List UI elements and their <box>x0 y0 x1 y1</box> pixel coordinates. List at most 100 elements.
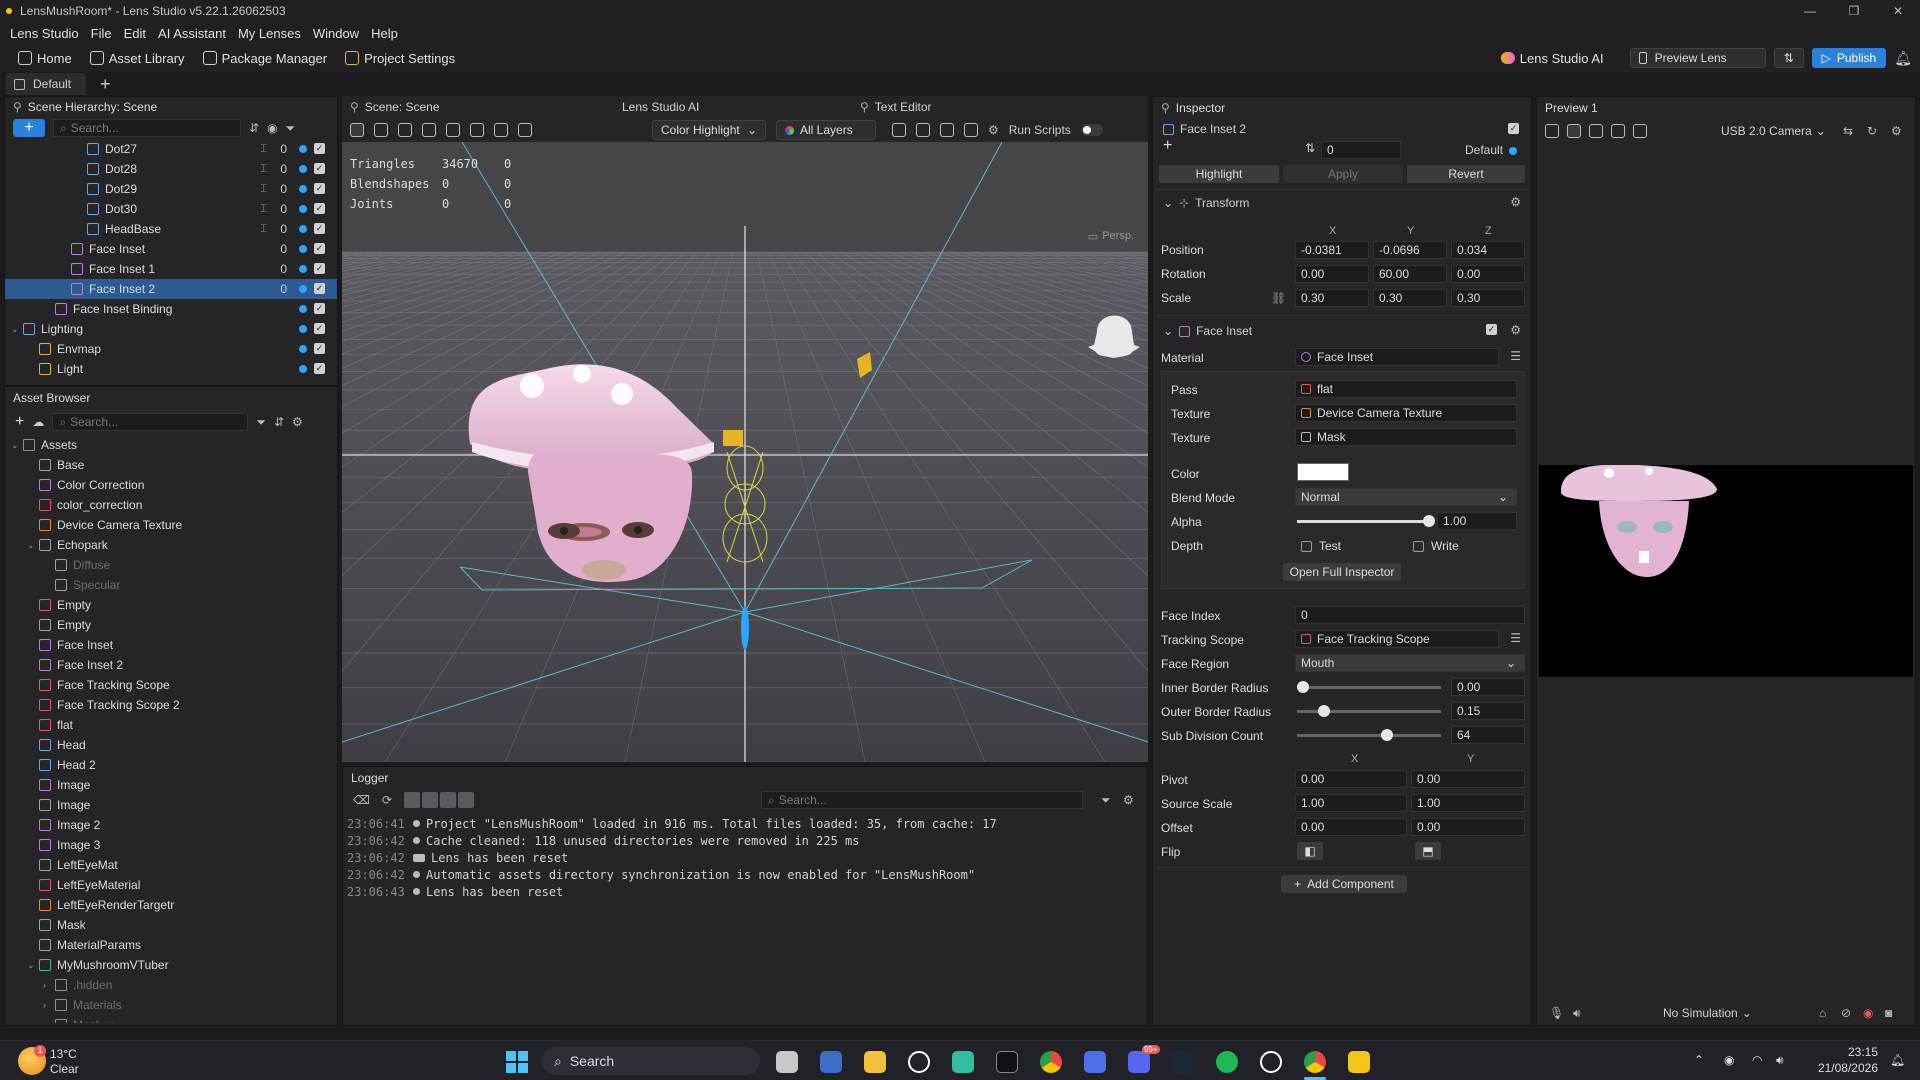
tracking-scope-field[interactable]: Face Tracking Scope <box>1295 630 1499 648</box>
hierarchy-row[interactable]: Dot28 ⌶ 0 ✓ <box>5 159 337 179</box>
close-button[interactable]: ✕ <box>1876 0 1920 22</box>
asset-row[interactable]: Specular <box>5 575 337 595</box>
inner-border-field[interactable]: 0.00 <box>1451 678 1525 696</box>
visibility-dot[interactable] <box>299 165 307 173</box>
face-region-dropdown[interactable]: Mouth ⌄ <box>1295 654 1525 672</box>
face-inset-enabled-checkbox[interactable]: ✓ <box>1486 324 1497 335</box>
rotation-x-field[interactable]: 0.00 <box>1295 265 1369 283</box>
alpha-slider-track[interactable] <box>1297 520 1429 523</box>
swap-camera-icon[interactable]: ⇆ <box>1843 124 1853 138</box>
subdiv-slider-track[interactable] <box>1297 734 1441 737</box>
asset-row[interactable]: Face Inset 2 <box>5 655 337 675</box>
menu-window[interactable]: Window <box>307 26 365 41</box>
asset-row[interactable]: Face Tracking Scope <box>5 675 337 695</box>
app-m-icon[interactable] <box>996 1051 1018 1073</box>
asset-row[interactable]: Face Tracking Scope 2 <box>5 695 337 715</box>
asset-row[interactable]: Head 2 <box>5 755 337 775</box>
inner-border-slider-knob[interactable] <box>1297 681 1309 693</box>
asset-row[interactable]: › Meshes <box>5 1015 337 1023</box>
pivot-gizmo[interactable] <box>741 606 749 650</box>
clear-log-icon[interactable]: ⌫ <box>353 793 370 807</box>
taskbar-search[interactable]: ⌕ Search <box>542 1047 760 1075</box>
grid-gizmo-icon[interactable] <box>964 123 978 137</box>
object-name[interactable]: Face Inset 2 <box>1180 122 1246 136</box>
asset-row[interactable]: › Materials <box>5 995 337 1015</box>
position-z-field[interactable]: 0.034 <box>1451 241 1525 259</box>
scene-viewport[interactable]: Triangles 34670 0 Blendshapes 0 0 Joints 0 0 ▭… <box>342 142 1148 762</box>
revert-button[interactable]: Revert <box>1407 165 1525 183</box>
orbit-tool-icon[interactable] <box>398 123 412 137</box>
highlight-button[interactable]: Highlight <box>1159 165 1279 183</box>
depth-test-checkbox[interactable] <box>1301 541 1312 552</box>
asset-row[interactable]: Image <box>5 795 337 815</box>
tray-app-icon[interactable]: ◉ <box>1724 1053 1734 1067</box>
magnify-tool-icon[interactable] <box>422 123 436 137</box>
enabled-checkbox[interactable]: ✓ <box>314 323 325 334</box>
asset-filter-icon[interactable]: ⏷ <box>256 415 266 430</box>
enabled-checkbox[interactable]: ✓ <box>314 243 325 254</box>
color-swatch[interactable] <box>1297 463 1349 481</box>
tree-arrow-icon[interactable]: ⌄ <box>11 440 23 451</box>
publish-button[interactable]: ▷ Publish <box>1811 48 1887 68</box>
camera-gizmo-icon[interactable] <box>723 430 743 446</box>
hierarchy-row[interactable]: ⌄ Lighting ✓ <box>5 319 337 339</box>
obs-icon[interactable] <box>1260 1051 1282 1073</box>
log-settings-icon[interactable]: ⟳ <box>382 793 392 807</box>
add-layout-button[interactable]: + <box>100 74 111 95</box>
menu-help[interactable]: Help <box>365 26 404 41</box>
visibility-dot[interactable] <box>299 305 307 313</box>
notification-bell-icon[interactable]: 🔔︎ <box>1894 50 1912 67</box>
hierarchy-row[interactable]: Envmap ✓ <box>5 339 337 359</box>
spotify-icon[interactable] <box>1216 1051 1238 1073</box>
layers-dropdown[interactable]: All Layers <box>776 120 876 140</box>
simulation-dropdown[interactable]: No Simulation ⌄ <box>1663 1006 1752 1020</box>
persp-toggle[interactable]: ▭ Persp. <box>1088 230 1134 243</box>
flip-horizontal-button[interactable]: ◧ <box>1297 842 1323 860</box>
alpha-field[interactable]: 1.00 <box>1437 512 1517 530</box>
asset-row[interactable]: ⌄ Echopark <box>5 535 337 555</box>
log-filter-error-icon[interactable] <box>440 792 457 808</box>
tab-scene[interactable]: ⚲ Scene: Scene <box>342 100 602 114</box>
app-blue-icon[interactable] <box>1084 1051 1106 1073</box>
asset-row[interactable]: Base <box>5 455 337 475</box>
reset-preview-icon[interactable]: ↻ <box>1867 124 1877 138</box>
asset-search-input[interactable]: ⌕ Search... <box>52 413 249 431</box>
camera-dropdown[interactable]: USB 2.0 Camera ⌄ <box>1721 124 1826 138</box>
windows-start-icon[interactable] <box>506 1051 528 1073</box>
source-scale-y-field[interactable]: 1.00 <box>1411 794 1525 812</box>
add-object-button[interactable]: + <box>13 119 45 137</box>
audio-icon[interactable]: 🔊︎ <box>1573 1006 1581 1021</box>
log-filter-info-icon[interactable] <box>422 792 439 808</box>
visibility-dot[interactable] <box>299 145 307 153</box>
tray-chevron-icon[interactable]: ⌃ <box>1694 1053 1704 1067</box>
open-full-inspector-button[interactable]: Open Full Inspector <box>1283 563 1401 581</box>
enabled-checkbox[interactable]: ✓ <box>314 203 325 214</box>
offset-y-field[interactable]: 0.00 <box>1411 818 1525 836</box>
notification-icon[interactable]: 🔔︎ <box>1890 1053 1905 1067</box>
menu-file[interactable]: File <box>85 26 118 41</box>
tracking-options-icon[interactable]: ☰ <box>1510 631 1521 645</box>
asset-row[interactable]: Device Camera Texture <box>5 515 337 535</box>
visibility-dot[interactable] <box>299 325 307 333</box>
texture2-field[interactable]: Mask <box>1295 428 1517 446</box>
discord-icon[interactable] <box>1128 1051 1150 1073</box>
asset-row[interactable]: LeftEyeMat <box>5 855 337 875</box>
preview-face-icon[interactable] <box>1567 124 1581 138</box>
layer-name[interactable]: Default <box>1465 143 1503 157</box>
add-asset-button[interactable]: + <box>15 413 24 431</box>
blend-mode-dropdown[interactable]: Normal ⌄ <box>1295 488 1517 506</box>
face-inset-gear-icon[interactable]: ⚙ <box>1510 323 1521 337</box>
preview-settings-gear-icon[interactable]: ⚙ <box>1891 124 1902 138</box>
face-index-field[interactable]: 0 <box>1295 606 1525 624</box>
clock-time[interactable]: 23:15 <box>1838 1045 1878 1059</box>
outer-border-field[interactable]: 0.15 <box>1451 702 1525 720</box>
scale-y-field[interactable]: 0.30 <box>1373 289 1447 307</box>
menu-edit[interactable]: Edit <box>118 26 152 41</box>
hierarchy-search-input[interactable]: ⌕ Search... <box>53 119 241 137</box>
light-gizmo-icon[interactable] <box>940 123 954 137</box>
layout-tab-default[interactable]: Default <box>6 73 86 95</box>
preview-opt-icon[interactable]: ⊘ <box>1841 1006 1851 1020</box>
lens-studio-ai-button[interactable]: Lens Studio AI <box>1500 51 1604 66</box>
visibility-dot[interactable] <box>299 205 307 213</box>
tree-arrow-icon[interactable]: › <box>43 1000 55 1010</box>
